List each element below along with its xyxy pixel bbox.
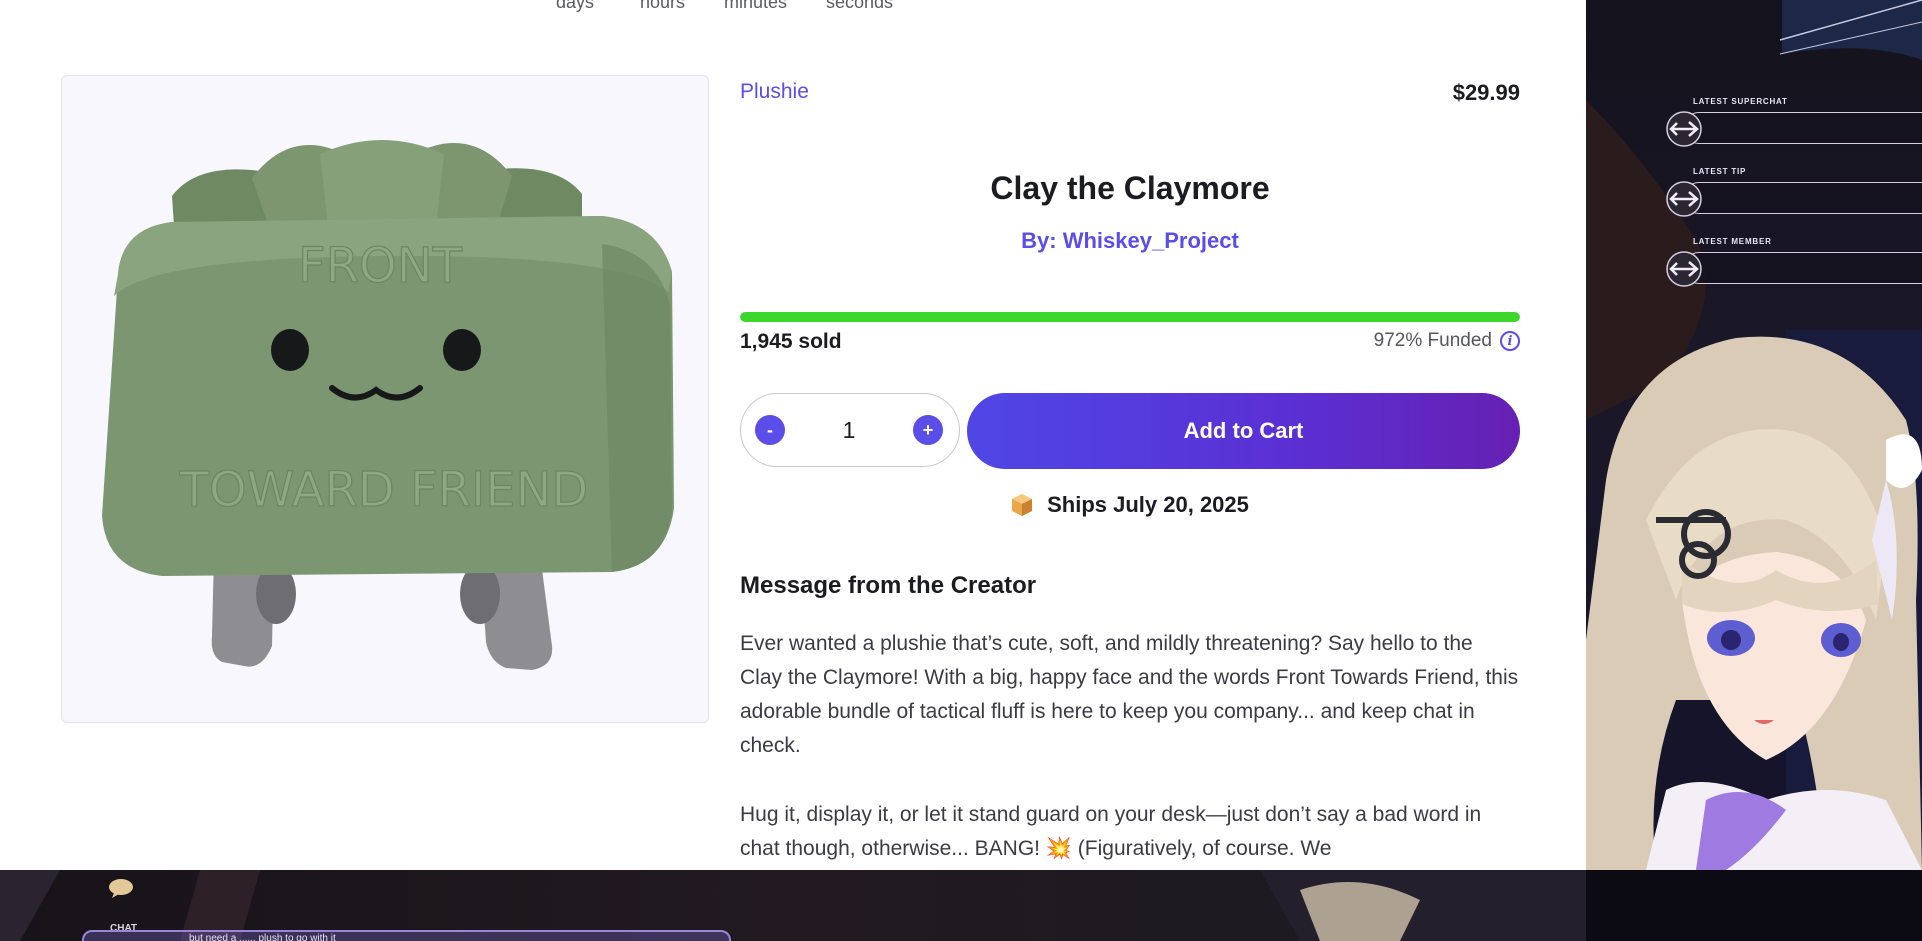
latest-tip-alert: LATEST TIP <box>1663 167 1922 217</box>
plushie-image: FRONT TOWARD FRIEND <box>102 140 674 670</box>
chat-message-bar: but need a ...... plush to go with it <box>82 930 731 941</box>
package-icon <box>1012 494 1033 516</box>
arrow-emblem-icon <box>1666 111 1702 147</box>
alert-label: LATEST TIP <box>1693 167 1747 176</box>
alert-bar <box>1683 182 1922 214</box>
countdown-labels: days hours minutes seconds <box>0 0 1586 12</box>
product-title: Clay the Claymore <box>990 170 1270 206</box>
creator-message-paragraph: Ever wanted a plushie that’s cute, soft,… <box>740 632 1519 757</box>
svg-text:FRONT: FRONT <box>298 238 463 294</box>
countdown-seconds-label: seconds <box>826 0 894 12</box>
svg-text:TOWARD FRIEND: TOWARD FRIEND <box>179 462 589 518</box>
alert-label: LATEST SUPERCHAT <box>1693 97 1788 106</box>
funded-percent: 972% Funded <box>1373 330 1492 351</box>
decrement-button[interactable]: - <box>755 415 785 445</box>
countdown-minutes-label: minutes <box>724 0 788 12</box>
ships-date: Ships July 20, 2025 <box>1047 492 1249 517</box>
quantity-stepper: - 1 + <box>740 393 960 467</box>
creator-link[interactable]: By: Whiskey_Project <box>740 228 1520 254</box>
creator-message-paragraph: Hug it, display it, or let it stand guar… <box>740 803 1482 860</box>
arrow-emblem-icon <box>1666 251 1702 287</box>
funded-status: 972% Funded i <box>1374 330 1520 352</box>
latest-superchat-alert: LATEST SUPERCHAT <box>1663 97 1922 147</box>
countdown-hours-label: hours <box>640 0 686 12</box>
chat-bubble-icon <box>109 879 133 898</box>
stream-overlay-right: LATEST SUPERCHAT LATEST TIP LATEST MEMBE… <box>1586 0 1922 870</box>
quantity-value[interactable]: 1 <box>843 417 856 444</box>
funding-progress-fill <box>740 312 1520 322</box>
sold-count: 1,945 sold <box>740 330 842 353</box>
add-to-cart-button[interactable]: Add to Cart <box>967 393 1520 469</box>
countdown-days-label: days <box>556 0 595 12</box>
chat-message: but need a ...... plush to go with it <box>189 933 336 941</box>
funding-progress-bar <box>740 312 1520 322</box>
arrow-emblem-icon <box>1666 181 1702 217</box>
info-icon[interactable]: i <box>1500 331 1520 351</box>
price: $29.99 <box>1452 80 1520 105</box>
alert-bar <box>1683 112 1922 144</box>
message-heading: Message from the Creator <box>740 572 1037 599</box>
latest-member-alert: LATEST MEMBER <box>1663 237 1922 287</box>
category-link[interactable]: Plushie <box>740 80 809 104</box>
stream-chat-strip: CHAT but need a ...... plush to go with … <box>0 870 1586 941</box>
shipping-info: Ships July 20, 2025 <box>740 492 1520 518</box>
product-image[interactable]: FRONT TOWARD FRIEND <box>61 75 709 723</box>
store-page: days hours minutes seconds FRONT TOWARD … <box>0 0 1586 870</box>
increment-button[interactable]: + <box>912 415 943 445</box>
alert-label: LATEST MEMBER <box>1693 237 1772 246</box>
alert-bar <box>1683 252 1922 284</box>
